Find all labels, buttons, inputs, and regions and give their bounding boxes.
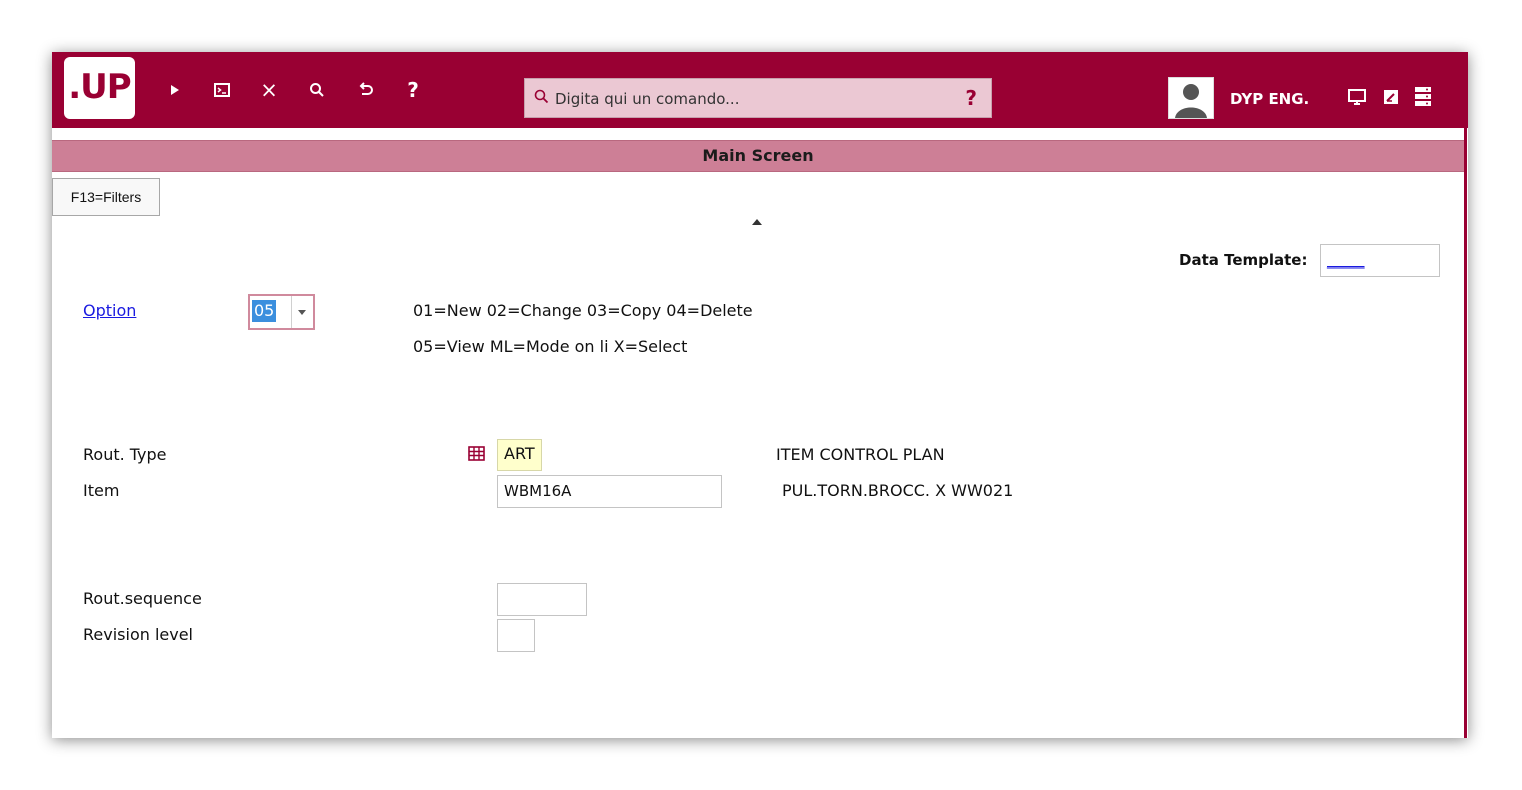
item-label: Item: [83, 481, 120, 500]
server-icon[interactable]: [1414, 86, 1432, 113]
close-icon[interactable]: ×: [260, 80, 278, 101]
page-title: Main Screen: [52, 140, 1464, 172]
up-logo: .UP: [64, 57, 135, 119]
top-bar: .UP × ? ? DYP ENG.: [52, 52, 1468, 128]
data-template-field[interactable]: _____: [1320, 244, 1440, 277]
rout-type-field[interactable]: ART: [497, 439, 542, 471]
user-name[interactable]: DYP ENG.: [1230, 90, 1309, 108]
revision-level-label: Revision level: [83, 625, 193, 644]
rout-sequence-label: Rout.sequence: [83, 589, 202, 608]
rout-type-label: Rout. Type: [83, 445, 167, 464]
data-template-label: Data Template:: [1179, 251, 1308, 269]
monitor-icon[interactable]: [1347, 88, 1367, 111]
item-field[interactable]: WBM16A: [497, 475, 722, 508]
undo-icon[interactable]: [357, 82, 375, 103]
command-bar[interactable]: ?: [524, 78, 992, 118]
option-help-line-2: 05=View ML=Mode on li X=Select: [413, 337, 688, 356]
filters-button[interactable]: F13=Filters: [52, 178, 160, 216]
help-icon[interactable]: ?: [404, 80, 422, 100]
option-value: 05: [252, 300, 277, 322]
terminal-icon[interactable]: [212, 82, 232, 102]
table-lookup-icon[interactable]: [468, 445, 485, 462]
command-help-icon[interactable]: ?: [965, 86, 977, 110]
rout-type-description: ITEM CONTROL PLAN: [776, 445, 945, 464]
item-description: PUL.TORN.BROCC. X WW021: [782, 481, 1014, 500]
avatar[interactable]: [1168, 77, 1214, 119]
window-right-border: [1464, 128, 1467, 738]
command-input[interactable]: [553, 85, 937, 113]
revision-level-field[interactable]: [497, 619, 535, 652]
option-select[interactable]: 05: [248, 294, 315, 330]
rout-sequence-field[interactable]: [497, 583, 587, 616]
chevron-down-icon[interactable]: [291, 296, 313, 328]
edit-icon[interactable]: [1382, 89, 1400, 110]
option-link[interactable]: Option: [83, 301, 136, 320]
option-help-line-1: 01=New 02=Change 03=Copy 04=Delete: [413, 301, 753, 320]
collapse-arrow-icon[interactable]: [752, 219, 762, 225]
search-icon: [534, 89, 549, 104]
search-icon[interactable]: [308, 82, 326, 103]
app-window: .UP × ? ? DYP ENG.: [52, 52, 1468, 738]
play-icon[interactable]: [167, 82, 183, 102]
